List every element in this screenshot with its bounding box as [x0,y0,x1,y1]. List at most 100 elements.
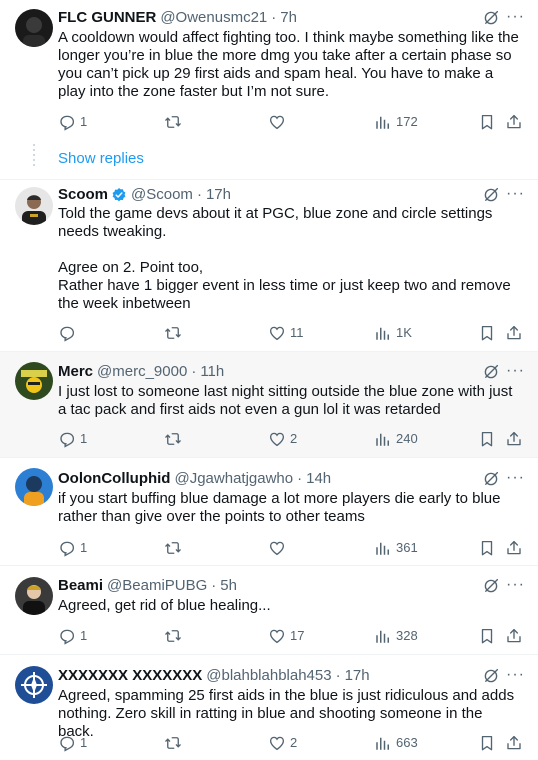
reply-tweet[interactable]: XXXXXXX XXXXXXX @blahblahblah453 · 17h ·… [0,655,538,760]
repost-button[interactable] [164,112,186,132]
reply-icon [58,734,76,752]
repost-button[interactable] [164,733,186,753]
repost-button[interactable] [164,538,186,558]
like-button[interactable]: 11 [268,323,304,343]
reply-button[interactable]: 1 [58,626,87,646]
reply-tweet[interactable]: OolonColluphid @Jgawhatjgawho · 14h ··· … [0,458,538,566]
author-name[interactable]: Merc [58,362,93,382]
bookmark-button[interactable] [478,323,496,343]
repost-button[interactable] [164,429,186,449]
reply-icon [58,627,76,645]
avatar[interactable] [15,468,53,506]
like-count: 2 [290,735,298,750]
reply-count: 1 [80,431,88,446]
bookmark-icon [478,734,496,752]
author-handle[interactable]: @BeamiPUBG [107,576,207,596]
repost-icon [164,734,182,752]
timestamp[interactable]: 17h [345,666,370,686]
share-button[interactable] [505,429,523,449]
bookmark-button[interactable] [478,733,496,753]
author-name[interactable]: XXXXXXX XXXXXXX [58,666,202,686]
like-button[interactable]: 17 [268,626,304,646]
timestamp[interactable]: 7h [280,8,297,28]
author-name[interactable]: FLC GUNNER [58,8,156,28]
reply-count: 1 [80,540,88,555]
like-button[interactable] [268,112,290,132]
views-button[interactable]: 328 [374,626,418,646]
share-icon [505,539,523,557]
avatar[interactable] [15,9,53,47]
more-icon[interactable]: ··· [506,666,524,684]
avatar[interactable] [15,577,53,615]
more-icon[interactable]: ··· [506,469,524,487]
author-name[interactable]: OolonColluphid [58,469,170,489]
repost-button[interactable] [164,626,186,646]
repost-button[interactable] [164,323,186,343]
share-button[interactable] [505,323,523,343]
like-count: 11 [290,325,304,340]
bookmark-button[interactable] [478,429,496,449]
reply-tweet[interactable]: FLC GUNNER @Owenusmc21 · 7h ··· A cooldo… [0,0,538,180]
reply-tweet[interactable]: Beami @BeamiPUBG · 5h ··· Agreed, get ri… [0,566,538,655]
views-button[interactable]: 361 [374,538,418,558]
views-button[interactable]: 663 [374,733,418,753]
author-name[interactable]: Scoom [58,185,108,205]
show-replies-link[interactable]: Show replies [58,150,144,167]
bookmark-icon [478,430,496,448]
timestamp[interactable]: 14h [306,469,331,489]
timestamp[interactable]: 11h [200,362,224,382]
avatar[interactable] [15,187,53,225]
bookmark-icon [478,539,496,557]
grok-icon[interactable] [482,577,500,595]
views-button[interactable]: 172 [374,112,418,132]
tweet-text: Told the game devs about it at PGC, blue… [58,205,511,312]
share-button[interactable] [505,538,523,558]
views-count: 240 [396,431,418,446]
reply-button[interactable] [58,323,80,343]
views-icon [374,734,392,752]
avatar[interactable] [15,666,53,704]
author-handle[interactable]: @Scoom [131,185,193,205]
like-button[interactable]: 2 [268,429,297,449]
reply-tweet[interactable]: Scoom @Scoom · 17h ··· Told the game dev… [0,180,538,352]
reply-button[interactable]: 1 [58,112,87,132]
grok-icon[interactable] [482,470,500,488]
grok-icon[interactable] [482,667,500,685]
author-handle[interactable]: @Jgawhatjgawho [174,469,293,489]
more-icon[interactable]: ··· [506,8,524,26]
author-handle[interactable]: @merc_9000 [97,362,187,382]
like-icon [268,113,286,131]
author-handle[interactable]: @blahblahblah453 [206,666,331,686]
timestamp[interactable]: 5h [220,576,237,596]
author-handle[interactable]: @Owenusmc21 [160,8,267,28]
avatar[interactable] [15,362,53,400]
author-name[interactable]: Beami [58,576,103,596]
like-button[interactable] [268,538,290,558]
like-button[interactable]: 2 [268,733,297,753]
views-button[interactable]: 1K [374,323,412,343]
bookmark-button[interactable] [478,538,496,558]
like-count: 2 [290,431,298,446]
views-count: 663 [396,735,418,750]
bookmark-button[interactable] [478,626,496,646]
like-count: 17 [290,628,305,643]
grok-icon[interactable] [482,363,500,381]
share-button[interactable] [505,733,523,753]
share-button[interactable] [505,626,523,646]
grok-icon[interactable] [482,186,500,204]
timestamp[interactable]: 17h [206,185,231,205]
reply-button[interactable]: 1 [58,538,87,558]
more-icon[interactable]: ··· [506,362,524,380]
separator-dot: · [191,363,197,380]
more-icon[interactable]: ··· [506,185,524,203]
bookmark-button[interactable] [478,112,496,132]
views-button[interactable]: 240 [374,429,418,449]
reply-button[interactable]: 1 [58,733,87,753]
grok-icon[interactable] [482,9,500,27]
share-button[interactable] [505,112,523,132]
reply-button[interactable]: 1 [58,429,87,449]
more-icon[interactable]: ··· [506,576,524,594]
views-count: 172 [396,114,418,129]
reply-tweet[interactable]: Merc @merc_9000 · 11h ··· I just lost to… [0,352,538,458]
views-count: 361 [396,540,418,555]
